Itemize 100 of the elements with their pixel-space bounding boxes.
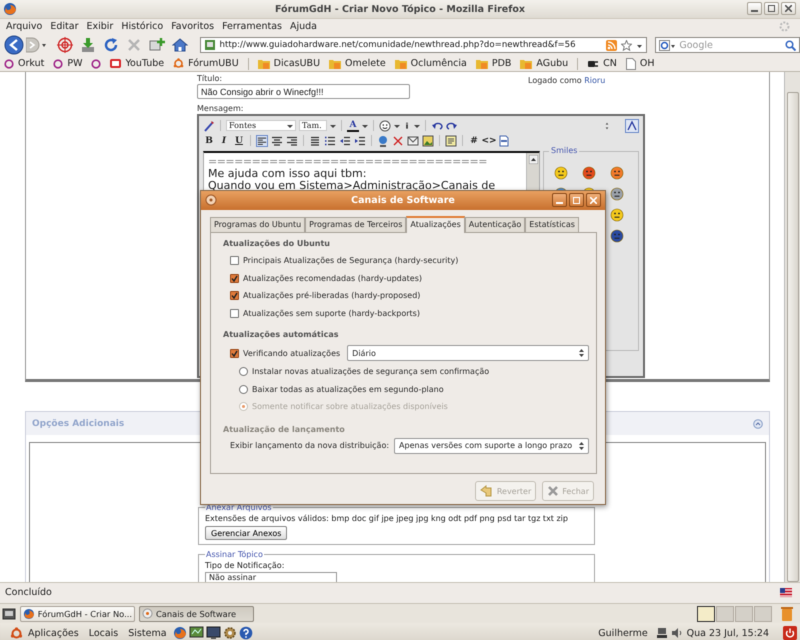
redo-icon[interactable] <box>446 120 458 132</box>
unlink-icon[interactable] <box>392 134 404 146</box>
radio-option[interactable]: Baixar todas as atualizações em segundo-plano <box>223 380 596 398</box>
bookmark-item[interactable]: DicasUBU <box>258 58 320 69</box>
smiley-icon[interactable] <box>610 166 624 180</box>
email-icon[interactable] <box>407 134 419 146</box>
ubuntu-logo-icon[interactable] <box>10 626 23 640</box>
bookmark-item[interactable] <box>91 58 102 68</box>
checkbox[interactable] <box>230 348 239 358</box>
dropdown-icon[interactable] <box>414 122 420 128</box>
bookmark-item[interactable]: Omelete <box>329 58 386 69</box>
quote-icon[interactable] <box>445 134 457 146</box>
title-field[interactable]: Não Consigo abrir o Winecfg!!! <box>197 84 410 99</box>
tab[interactable]: Programas do Ubuntu <box>210 217 306 232</box>
window-menu-icon[interactable] <box>205 194 217 206</box>
show-desktop-button[interactable] <box>2 606 16 620</box>
bookmark-item[interactable]: CN <box>587 58 617 69</box>
align-left-button[interactable] <box>256 134 268 146</box>
maximize-button[interactable] <box>569 193 584 207</box>
checkbox[interactable]: Principais Atualizações de Segurança (hardy-security) <box>223 252 596 270</box>
wand-icon[interactable] <box>203 120 215 132</box>
search-icon[interactable] <box>784 40 796 50</box>
back-button[interactable] <box>4 35 26 55</box>
help-icon[interactable] <box>238 626 253 640</box>
image-icon[interactable] <box>422 134 434 146</box>
bookmark-item[interactable]: OH <box>626 58 655 70</box>
outdent-icon[interactable] <box>339 134 351 146</box>
new-tab-icon[interactable] <box>149 37 166 53</box>
tab[interactable]: Autenticação <box>464 217 526 232</box>
smiley-icon[interactable] <box>610 208 624 222</box>
power-button[interactable] <box>783 626 797 640</box>
taskbar-button[interactable]: Canais de Software <box>139 606 254 622</box>
trash-icon[interactable] <box>780 606 794 622</box>
dropdown-icon[interactable] <box>394 122 400 128</box>
bookmark-item[interactable]: AGubu <box>520 58 568 69</box>
checkbox[interactable]: Atualizações sem suporte (hardy-backports) <box>223 304 596 322</box>
format-button[interactable]: B <box>203 134 215 146</box>
checkbox[interactable]: Atualizações recomendadas (hardy-updates) <box>223 270 596 287</box>
bookmark-item[interactable]: Oclumência <box>394 58 467 69</box>
menu-item[interactable]: Histórico <box>117 21 168 32</box>
smiley-icon[interactable] <box>379 120 391 132</box>
align-center-button[interactable] <box>271 134 283 146</box>
panel-menu[interactable]: Aplicações <box>23 628 84 638</box>
bookmark-item[interactable]: FórumUBU <box>173 58 239 69</box>
maximize-button[interactable] <box>764 2 779 15</box>
format-button[interactable]: I <box>218 134 230 146</box>
close-button[interactable] <box>781 2 796 15</box>
menu-item[interactable]: Ajuda <box>286 21 321 32</box>
indent-icon[interactable] <box>354 134 366 146</box>
search-field[interactable]: Google <box>655 37 800 53</box>
font-select[interactable]: Fontes <box>226 120 296 131</box>
panel-menu[interactable]: Sistema <box>123 628 172 638</box>
target-icon[interactable] <box>57 37 74 53</box>
align-right-button[interactable] <box>286 134 298 146</box>
search-engine-icon[interactable] <box>659 40 676 50</box>
minimize-button[interactable] <box>552 193 567 207</box>
tab[interactable]: Atualizações <box>406 216 465 233</box>
dropdown-icon[interactable] <box>330 122 336 128</box>
manage-attachments-button[interactable]: Gerenciar Anexos <box>205 526 288 540</box>
workspace-switcher[interactable] <box>697 606 772 622</box>
release-select[interactable]: Apenas versões com suporte a longo prazo <box>394 438 590 454</box>
smiley-icon[interactable] <box>610 229 624 243</box>
bookmark-item[interactable]: YouTube <box>110 58 164 69</box>
panel-menu[interactable]: Locais <box>84 628 124 638</box>
format-button[interactable]: U <box>233 134 245 146</box>
network-icon[interactable] <box>656 627 668 639</box>
undo-icon[interactable] <box>431 120 443 132</box>
menu-item[interactable]: Ferramentas <box>218 21 286 32</box>
taskbar-button[interactable]: FórumGdH - Criar No... <box>20 606 135 622</box>
radio-option[interactable]: Instalar novas atualizações de segurança sem confirmação <box>223 363 596 380</box>
bookmark-item[interactable]: PW <box>53 58 82 69</box>
screen-icon[interactable] <box>206 626 221 640</box>
minimize-button[interactable] <box>747 2 762 15</box>
monitor-icon[interactable] <box>188 626 204 640</box>
code-button[interactable]: <> <box>483 134 495 146</box>
smiley-icon[interactable] <box>610 187 624 201</box>
clock-text[interactable]: Qua 23 Jul, 15:24 <box>686 628 769 638</box>
scroll-up-button[interactable] <box>528 155 538 164</box>
tab[interactable]: Programas de Terceiros <box>305 217 406 232</box>
switch-mode-button[interactable] <box>625 118 639 132</box>
star-icon[interactable] <box>621 40 632 50</box>
code-button[interactable]: # <box>468 134 480 146</box>
reload-button[interactable] <box>103 37 120 53</box>
frequency-select[interactable]: Diário <box>347 345 590 361</box>
smiley-icon[interactable] <box>554 166 568 180</box>
bookmark-item[interactable]: PDB <box>476 58 512 69</box>
scrollbar[interactable] <box>784 72 800 582</box>
checkbox[interactable]: Atualizações pré-liberadas (hardy-proposed) <box>223 287 596 304</box>
close-button[interactable] <box>586 193 601 207</box>
dropdown-icon[interactable] <box>362 122 368 128</box>
smiley-icon[interactable] <box>582 166 596 180</box>
menu-item[interactable]: Arquivo <box>2 21 46 32</box>
menu-item[interactable]: Favoritos <box>167 21 218 32</box>
address-field[interactable]: http://www.guiadohardware.net/comunidade/newthread.php?do=newthread&f=56 <box>200 37 648 53</box>
size-select[interactable]: Tam. <box>299 120 327 131</box>
bullet-list-icon[interactable] <box>324 134 336 146</box>
font-color-button[interactable]: A <box>347 120 359 132</box>
gear-icon[interactable] <box>222 626 237 640</box>
menu-item[interactable]: Exibir <box>82 21 118 32</box>
download-icon[interactable] <box>80 37 96 53</box>
